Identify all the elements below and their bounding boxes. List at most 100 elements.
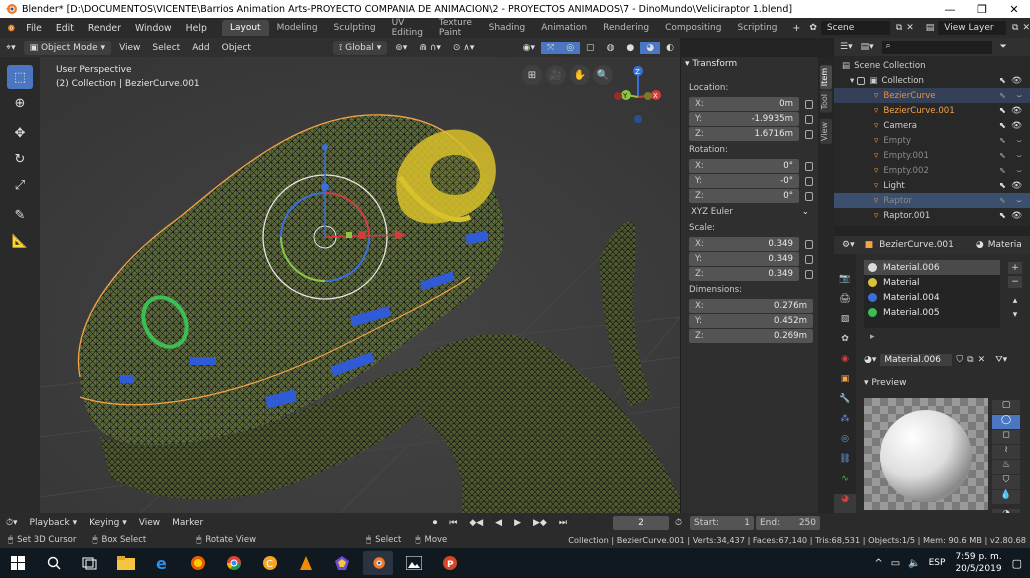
play-reverse-icon[interactable]: ◀ [489,517,508,529]
modifier-tab-icon[interactable]: 🔧 [834,394,856,414]
tab-layout[interactable]: Layout [221,20,269,36]
firefox-icon[interactable] [183,551,213,575]
object-tab-icon[interactable]: ▣ [834,374,856,394]
sphere-preview-icon[interactable]: ◯ [992,415,1020,429]
vlc-icon[interactable] [291,551,321,575]
link-icon[interactable]: ⛛▾ [995,355,1007,365]
select-arrow-icon[interactable]: ⬉ [999,181,1006,191]
checkbox-icon[interactable] [857,76,866,85]
material-slot[interactable]: Material.004 [864,290,1000,305]
transform-header[interactable]: ▾ Transform [681,59,819,73]
particles-tab-icon[interactable]: ⁂ [834,414,856,434]
eye-closed-icon[interactable]: ⌣ [1016,166,1022,176]
tab-compositing[interactable]: Compositing [657,20,729,36]
material-slot[interactable]: Material.005 [864,305,1000,320]
rendered-shading-icon[interactable]: ◐ [660,42,680,54]
outliner-item[interactable]: ▿ Empty.001 ⬉ ⌣ [834,148,1030,163]
select-arrow-icon[interactable]: ⬉ [999,106,1006,116]
preview-header[interactable]: ▾ Preview [864,378,906,388]
lock-icon[interactable] [805,240,813,249]
network-icon[interactable]: ▭ [891,558,900,569]
blender-taskbar-icon[interactable] [363,551,393,575]
scene-collection-row[interactable]: ▤ Scene Collection [834,58,1030,73]
add-workspace-button[interactable]: + [786,23,808,34]
wireframe-shading-icon[interactable]: ◍ [601,42,621,54]
view-layer-selector[interactable]: View Layer [938,21,1007,35]
add-slot-button[interactable]: + [1008,262,1022,274]
maximize-button[interactable]: ❐ [966,3,998,16]
world-tab-icon[interactable]: ◉ [834,354,856,374]
remove-slot-button[interactable]: − [1008,276,1022,288]
minimize-button[interactable]: — [934,3,966,16]
scene-tab-icon[interactable]: ✿ [834,334,856,354]
navigation-gizmo[interactable]: Z Y X [608,65,668,129]
tray-chevron-icon[interactable]: ^ [874,558,882,569]
app-c-icon[interactable]: C [255,551,285,575]
tab-modeling[interactable]: Modeling [269,20,326,36]
editor-type-icon[interactable]: ⚙▾ [842,240,855,250]
photos-icon[interactable] [399,551,429,575]
hair-preview-icon[interactable]: ≀ [992,445,1020,459]
rotation-mode-dropdown[interactable]: XYZ Euler ⌄ [685,205,815,219]
cursor-tool-icon[interactable]: ⊕ [7,91,33,115]
menu-edit[interactable]: Edit [49,23,81,34]
display-mode-icon[interactable]: ▤▾ [861,42,874,52]
measure-tool-icon[interactable]: 📐 [7,229,33,253]
orientation-selector[interactable]: ⟟ Global ▾ [332,40,388,55]
edge-icon[interactable]: e [147,551,177,575]
move-tool-icon[interactable]: ✥ [7,121,33,145]
menu-marker[interactable]: Marker [166,517,209,529]
expand-icon[interactable]: ▾ [850,76,854,86]
play-icon[interactable]: ▶ [508,517,527,529]
mode-selector[interactable]: ▣ Object Mode ▾ [23,40,112,55]
app-gem-icon[interactable] [327,551,357,575]
menu-help[interactable]: Help [179,23,214,34]
filter-icon[interactable]: ⏷ [1000,42,1007,52]
search-icon[interactable] [39,551,69,575]
rotation-y-field[interactable]: Y: -0° [689,174,799,188]
location-z-field[interactable]: Z: 1.6716m [689,127,799,141]
move-up-icon[interactable]: ▴ [1008,296,1022,308]
material-slot-list[interactable]: Material.006 Material Material.004 Material… [864,260,1000,328]
solid-shading-icon[interactable]: ● [620,42,640,54]
menu-add[interactable]: Add [186,42,215,54]
jump-end-icon[interactable]: ⏭ [553,517,573,529]
location-x-field[interactable]: X: 0m [689,97,799,111]
outliner-item[interactable]: ▿ Raptor ⬉ ⌣ [834,193,1030,208]
menu-view[interactable]: View [113,42,146,54]
expand-icon[interactable]: ▸ [870,332,875,342]
xray-icon[interactable]: ▢ [580,42,601,54]
outliner-item[interactable]: ▿ BezierCurve ⬉ ⌣ [834,88,1030,103]
lock-icon[interactable] [805,130,813,139]
eye-icon[interactable]: 👁 [1011,181,1022,191]
close-button[interactable]: ✕ [998,3,1030,16]
tab-item[interactable]: Item [820,65,832,90]
flat-preview-icon[interactable]: ▢ [992,400,1020,414]
lock-icon[interactable] [805,162,813,171]
current-frame-field[interactable]: 2 [612,515,669,530]
menu-select[interactable]: Select [146,42,186,54]
task-view-icon[interactable] [75,551,105,575]
select-box-tool-icon[interactable]: ⬚ [7,65,33,89]
duplicate-icon[interactable]: ⧉ [967,355,973,365]
perspective-toggle-icon[interactable]: ⊞ [522,65,542,85]
unlink-icon[interactable]: ✕ [978,355,986,365]
tab-rendering[interactable]: Rendering [595,20,657,36]
stopwatch-icon[interactable]: ⏱ [669,517,688,529]
eye-icon[interactable]: 👁 [1011,211,1022,221]
clock[interactable]: 7:59 p. m. 20/5/2019 [955,551,1001,575]
outliner-item[interactable]: ▿ Raptor.001 ⬉ 👁 [834,208,1030,223]
dimensions-x-field[interactable]: X: 0.276m [689,299,813,313]
material-slot[interactable]: Material [864,275,1000,290]
overlay-toggle-icon[interactable]: ◎ [560,41,581,54]
search-input[interactable]: ⌕ [881,40,992,54]
move-down-icon[interactable]: ▾ [1008,310,1022,322]
prev-keyframe-icon[interactable]: ◆◀ [463,517,489,529]
tab-tool[interactable]: Tool [820,91,832,113]
select-arrow-icon[interactable]: ⬉ [999,196,1006,206]
new-scene-icon[interactable]: ⧉ [896,23,902,33]
outliner-item[interactable]: ▿ Light ⬉ 👁 [834,178,1030,193]
outliner-item[interactable]: ▿ Empty.002 ⬉ ⌣ [834,163,1030,178]
camera-view-icon[interactable]: 🎥 [546,65,566,85]
annotate-tool-icon[interactable]: ✎ [7,203,33,227]
